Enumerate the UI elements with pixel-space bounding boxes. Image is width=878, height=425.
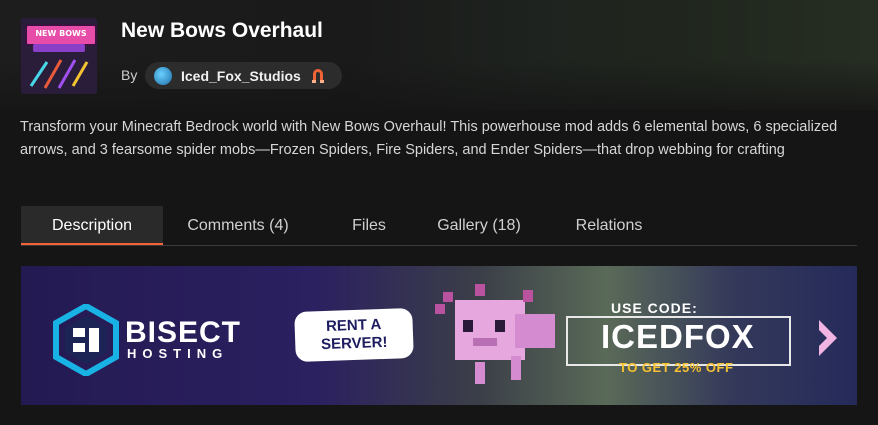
use-code-label: USE CODE: — [611, 300, 698, 316]
axolotl-mascot-icon — [435, 284, 555, 384]
rent-server-bubble: RENT A SERVER! — [294, 307, 414, 363]
author-name: Iced_Fox_Studios — [181, 67, 301, 84]
tab-files[interactable]: Files — [339, 206, 399, 245]
bisect-hosting-ad-banner[interactable]: BISECT HOSTING RENT A SERVER! USE CODE: … — [21, 266, 857, 405]
project-title: New Bows Overhaul — [121, 19, 323, 42]
bisect-hosting-logo-icon — [53, 304, 119, 376]
tab-comments[interactable]: Comments (4) — [173, 206, 303, 245]
author-avatar — [154, 66, 172, 85]
premium-author-badge-icon — [311, 68, 324, 83]
banner-brand-sub: HOSTING — [127, 346, 229, 361]
banner-next-arrow-icon[interactable] — [815, 318, 841, 358]
thumbnail-title: NEW BOWS — [25, 24, 97, 46]
bows-icon — [29, 59, 89, 89]
banner-brand-name: BISECT — [125, 316, 242, 349]
project-tabs: Description Comments (4) Files Gallery (… — [21, 206, 857, 246]
project-thumbnail: NEW BOWS — [21, 18, 97, 94]
promo-code: ICEDFOX — [601, 318, 755, 355]
by-label: By — [121, 67, 138, 83]
tab-gallery[interactable]: Gallery (18) — [425, 206, 533, 245]
thumbnail-subtitle-bar — [33, 44, 85, 52]
project-summary: Transform your Minecraft Bedrock world w… — [20, 119, 838, 158]
discount-label: TO GET 25% OFF — [619, 360, 734, 375]
tab-description[interactable]: Description — [21, 206, 163, 245]
author-link[interactable]: Iced_Fox_Studios — [145, 62, 342, 89]
tab-relations[interactable]: Relations — [561, 206, 657, 245]
